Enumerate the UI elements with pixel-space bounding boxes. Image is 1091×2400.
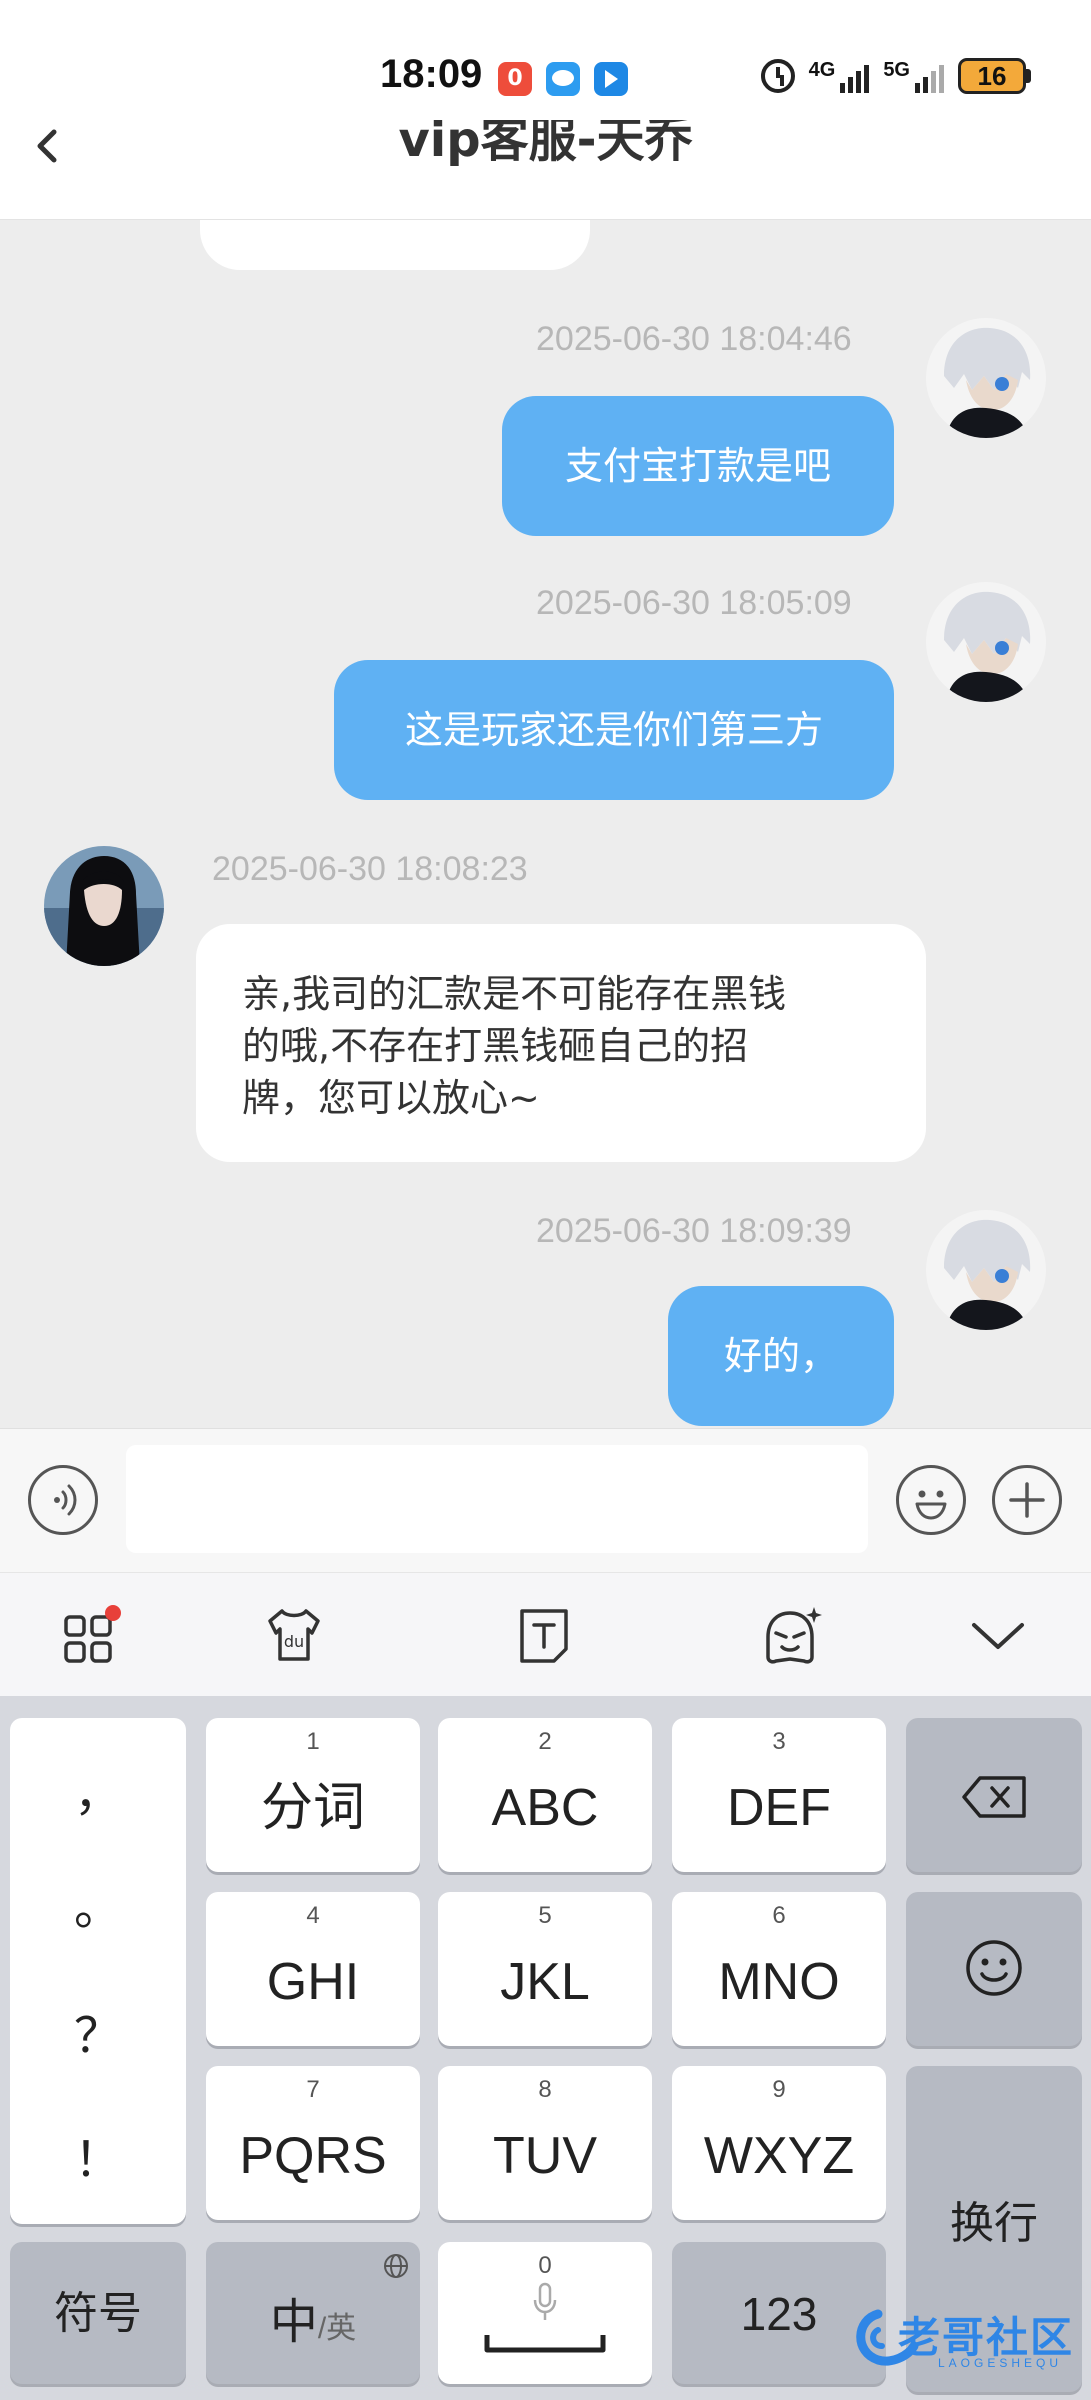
key-8-tuv[interactable]: 8 TUV <box>438 2066 652 2220</box>
my-avatar[interactable] <box>926 582 1046 702</box>
chat-title: vip客服-天乔 <box>398 120 693 168</box>
battery-level: 16 <box>958 58 1026 94</box>
key-5-jkl[interactable]: 5 JKL <box>438 1892 652 2046</box>
message-timestamp: 2025-06-30 18:04:46 <box>536 320 852 358</box>
backspace-icon <box>962 1776 1026 1818</box>
signal-4g-icon: 4G <box>809 59 870 93</box>
key-3-def[interactable]: 3 DEF <box>672 1718 886 1872</box>
message-input[interactable] <box>126 1445 868 1553</box>
svg-text:du: du <box>284 1632 304 1651</box>
key-2-abc[interactable]: 2 ABC <box>438 1718 652 1872</box>
outgoing-message-bubble[interactable]: 支付宝打款是吧 <box>502 396 894 536</box>
punct-key-question[interactable]: ？ <box>10 1996 186 2066</box>
signal-5g-icon: 5G <box>883 59 944 93</box>
space-key[interactable]: 0 <box>438 2242 652 2384</box>
outgoing-message-bubble[interactable]: 好的， <box>668 1286 894 1426</box>
punct-key-exclaim[interactable]: ！ <box>10 2120 186 2190</box>
voice-input-icon[interactable] <box>28 1465 98 1535</box>
message-timestamp: 2025-06-30 18:05:09 <box>536 584 852 622</box>
outgoing-message-bubble[interactable]: 这是玩家还是你们第三方 <box>334 660 894 800</box>
agent-avatar[interactable] <box>44 846 164 966</box>
chat-message-list[interactable]: 2025-06-30 18:04:46 支付宝打款是吧 2025-06-30 1… <box>0 220 1091 1428</box>
key-9-wxyz[interactable]: 9 WXYZ <box>672 2066 886 2220</box>
emoji-key[interactable] <box>906 1892 1082 2046</box>
app-arrow-icon <box>594 62 628 96</box>
lang-chinese-label: 中 <box>269 2296 318 2349</box>
key-1-segment[interactable]: 1 分词 <box>206 1718 420 1872</box>
message-line: 牌，您可以放心~ <box>242 1076 540 1120</box>
globe-icon <box>384 2254 408 2278</box>
watermark-logo: 老哥社区 LAOGESHEQU <box>848 2300 1084 2376</box>
message-timestamp: 2025-06-30 18:09:39 <box>536 1212 852 1250</box>
message-input-bar <box>0 1428 1091 1572</box>
symbols-key[interactable]: 符号 <box>10 2242 186 2384</box>
message-timestamp: 2025-06-30 18:08:23 <box>212 850 528 888</box>
status-time: 18:09 <box>380 52 483 96</box>
emoji-icon[interactable] <box>896 1465 966 1535</box>
my-avatar[interactable] <box>926 318 1046 438</box>
plus-icon[interactable] <box>992 1465 1062 1535</box>
punctuation-column[interactable]: ， 。 ？ ！ <box>10 1718 186 2224</box>
collapse-keyboard-icon[interactable] <box>966 1603 1030 1667</box>
partial-message-bubble <box>200 220 590 270</box>
battery-icon: 16 <box>958 58 1031 94</box>
key-7-pqrs[interactable]: 7 PQRS <box>206 2066 420 2220</box>
language-switch-key[interactable]: 中/英 <box>206 2242 420 2384</box>
t9-keyboard: ， 。 ？ ！ 1 分词 2 ABC 3 DEF 4 GHI 5 JKL 6 M… <box>0 1696 1091 2400</box>
alarm-icon <box>760 59 795 93</box>
my-avatar[interactable] <box>926 1210 1046 1330</box>
apps-grid-icon[interactable] <box>60 1603 124 1667</box>
message-line: 的哦,不存在打黑钱砸自己的招 <box>242 1024 749 1068</box>
smiley-icon <box>966 1940 1022 1996</box>
lang-english-label: /英 <box>317 2312 357 2345</box>
app-badge-icon: 0 <box>498 62 532 96</box>
watermark-subtext: LAOGESHEQU <box>938 2356 1063 2370</box>
message-line: 亲,我司的汇款是不可能存在黑钱 <box>242 972 787 1016</box>
microphone-icon <box>533 2282 557 2320</box>
top-bar: 18:09 0 4G 5G 16 vip客服-天乔 <box>0 0 1091 220</box>
text-mode-icon[interactable] <box>512 1603 576 1667</box>
skin-shirt-icon[interactable]: du <box>262 1603 326 1667</box>
keyboard-toolbar: du <box>0 1572 1091 1696</box>
punct-key-comma[interactable]: ， <box>10 1754 186 1824</box>
sticker-face-icon[interactable] <box>758 1603 822 1667</box>
key-6-mno[interactable]: 6 MNO <box>672 1892 886 2046</box>
status-indicators: 4G 5G 16 <box>760 58 1031 94</box>
key-4-ghi[interactable]: 4 GHI <box>206 1892 420 2046</box>
backspace-key[interactable] <box>906 1718 1082 1872</box>
incoming-message-bubble[interactable]: 亲,我司的汇款是不可能存在黑钱 的哦,不存在打黑钱砸自己的招 牌，您可以放心~ <box>196 924 926 1162</box>
chat-bubble-icon <box>546 62 580 96</box>
space-bar-icon <box>484 2335 606 2353</box>
punct-key-period[interactable]: 。 <box>10 1868 186 1938</box>
